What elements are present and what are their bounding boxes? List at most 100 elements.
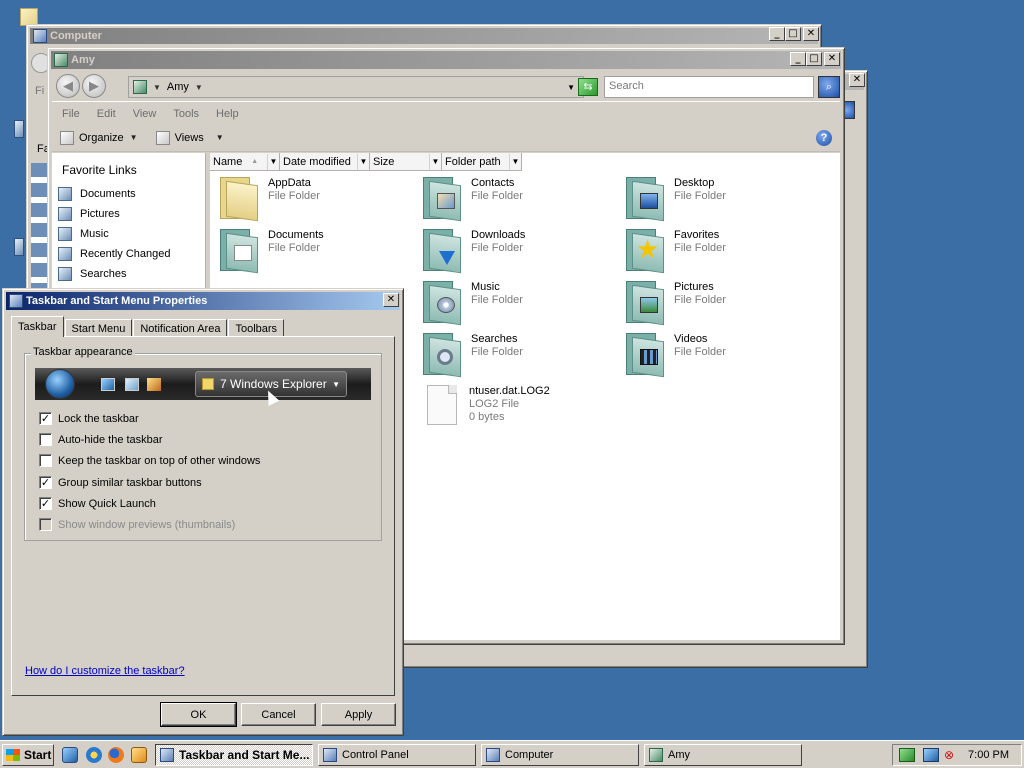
column-filter-icon[interactable]: ▼ — [509, 153, 521, 170]
network-icon[interactable] — [923, 748, 939, 762]
checkbox-box[interactable] — [39, 433, 52, 446]
taskbar-button-taskbar-properties[interactable]: Taskbar and Start Me... — [155, 744, 313, 766]
file-item-ntuser-log2[interactable]: ntuser.dat.LOG2 LOG2 File 0 bytes — [421, 383, 550, 425]
internet-explorer-icon[interactable] — [86, 747, 102, 763]
refresh-icon[interactable]: ⇆ — [578, 78, 598, 96]
file-item-music[interactable]: Music File Folder — [421, 279, 523, 326]
close-button[interactable]: ✕ — [803, 27, 819, 41]
media-player-icon[interactable] — [131, 747, 147, 763]
file-item-appdata[interactable]: AppData File Folder — [218, 175, 320, 222]
views-button[interactable]: Views ▼ — [155, 130, 224, 145]
auto-hide-checkbox[interactable]: Auto-hide the taskbar — [39, 433, 163, 446]
maximize-button[interactable]: □ — [806, 52, 822, 66]
dialog-titlebar[interactable]: Taskbar and Start Menu Properties — [6, 292, 400, 310]
search-input[interactable]: Search — [604, 76, 814, 98]
file-item-desktop[interactable]: Desktop File Folder — [624, 175, 726, 222]
show-desktop-icon[interactable] — [62, 747, 78, 763]
address-bar[interactable]: ▼ Amy ▼ ▼ — [128, 76, 584, 98]
favorite-link-searches[interactable]: Searches — [58, 267, 126, 281]
desktop-computer-icon[interactable] — [14, 120, 24, 138]
show-quick-launch-checkbox[interactable]: ✓ Show Quick Launch — [39, 497, 156, 510]
column-header-size[interactable]: Size ▼ — [370, 153, 442, 171]
show-desktop-icon — [101, 378, 115, 391]
checkbox-box[interactable]: ✓ — [39, 412, 52, 425]
file-item-favorites[interactable]: ★ Favorites File Folder — [624, 227, 726, 274]
customize-help-link[interactable]: How do I customize the taskbar? — [25, 665, 185, 677]
menu-tools[interactable]: Tools — [173, 108, 199, 120]
search-icon[interactable]: ⌕ — [818, 76, 840, 98]
file-item-videos[interactable]: Videos File Folder — [624, 331, 726, 378]
minimize-button[interactable]: _ — [790, 52, 806, 66]
folder-icon — [218, 175, 262, 222]
taskbar-properties-dialog[interactable]: Taskbar and Start Menu Properties ✕ Task… — [2, 288, 404, 736]
breadcrumb-chevron-icon[interactable]: ▼ — [195, 83, 203, 92]
file-type: File Folder — [471, 190, 523, 202]
amy-titlebar[interactable]: Amy — [51, 51, 841, 69]
volume-muted-icon[interactable]: ⊗ — [941, 748, 957, 762]
close-button[interactable]: ✕ — [383, 293, 399, 307]
firefox-icon[interactable] — [108, 747, 124, 763]
forward-button[interactable]: ▶ — [82, 74, 106, 98]
file-type: File Folder — [268, 190, 320, 202]
organize-button[interactable]: Organize ▼ — [60, 130, 138, 145]
close-button[interactable]: ✕ — [824, 52, 840, 66]
back-button[interactable]: ◀ — [56, 74, 80, 98]
taskbar-button-control-panel[interactable]: Control Panel — [318, 744, 476, 766]
file-item-documents[interactable]: Documents File Folder — [218, 227, 324, 274]
favorite-link-pictures[interactable]: Pictures — [58, 207, 120, 221]
file-item-pictures[interactable]: Pictures File Folder — [624, 279, 726, 326]
taskbar-button-computer[interactable]: Computer — [481, 744, 639, 766]
start-button[interactable]: Start — [2, 744, 54, 766]
computer-titlebar[interactable]: Computer — [30, 28, 818, 44]
taskbar-preview-image: 7 Windows Explorer ▼ — [35, 368, 371, 406]
checkbox-box[interactable]: ✓ — [39, 476, 52, 489]
menu-edit[interactable]: Edit — [97, 108, 116, 120]
amy-window-controls: _ □ ✕ — [788, 52, 840, 66]
close-button[interactable]: ✕ — [849, 73, 865, 87]
group-buttons-checkbox[interactable]: ✓ Group similar taskbar buttons — [39, 476, 202, 489]
pictures-icon — [58, 207, 72, 221]
file-type: File Folder — [674, 242, 726, 254]
cancel-button[interactable]: Cancel — [241, 703, 316, 726]
column-header-folder-path[interactable]: Folder path ▼ — [442, 153, 522, 171]
breadcrumb-separator-icon[interactable]: ▼ — [153, 83, 161, 92]
file-item-searches[interactable]: Searches File Folder — [421, 331, 523, 378]
taskbar-button-amy[interactable]: Amy — [644, 744, 802, 766]
clock[interactable]: 7:00 PM — [968, 749, 1009, 761]
address-breadcrumb[interactable]: Amy — [167, 81, 189, 93]
file-name: AppData — [268, 177, 311, 189]
lock-taskbar-checkbox[interactable]: ✓ Lock the taskbar — [39, 412, 139, 425]
menu-view[interactable]: View — [133, 108, 157, 120]
folder-icon — [649, 748, 663, 762]
menu-file[interactable]: File — [62, 108, 80, 120]
column-header-name[interactable]: Name ▲ ▼ — [210, 153, 280, 171]
file-item-contacts[interactable]: Contacts File Folder — [421, 175, 523, 222]
favorite-link-recently-changed[interactable]: Recently Changed — [58, 247, 171, 261]
checkbox-box[interactable] — [39, 454, 52, 467]
taskbar-appearance-group: Taskbar appearance 7 Windows Explorer ▼ … — [24, 346, 382, 541]
column-filter-icon[interactable]: ▼ — [267, 153, 279, 170]
maximize-button[interactable]: □ — [785, 27, 801, 41]
column-filter-icon[interactable]: ▼ — [357, 153, 369, 170]
security-center-icon[interactable] — [899, 748, 915, 762]
minimize-button[interactable]: _ — [769, 27, 785, 41]
help-icon[interactable]: ? — [816, 130, 832, 146]
column-header-date-modified[interactable]: Date modified ▼ — [280, 153, 370, 171]
ok-button[interactable]: OK — [160, 702, 237, 727]
apply-button[interactable]: Apply — [321, 703, 396, 726]
favorite-link-music[interactable]: Music — [58, 227, 109, 241]
keep-on-top-checkbox[interactable]: Keep the taskbar on top of other windows — [39, 454, 260, 467]
windows-logo-icon — [6, 749, 20, 761]
tab-taskbar[interactable]: Taskbar — [11, 316, 64, 337]
column-filter-icon[interactable]: ▼ — [429, 153, 441, 170]
favorite-link-documents[interactable]: Documents — [58, 187, 136, 201]
menu-help[interactable]: Help — [216, 108, 239, 120]
file-item-downloads[interactable]: Downloads File Folder — [421, 227, 525, 274]
tab-toolbars[interactable]: Toolbars — [228, 319, 285, 337]
desktop-network-icon[interactable] — [14, 238, 24, 256]
address-dropdown-icon[interactable]: ▼ — [567, 83, 575, 92]
tab-start-menu[interactable]: Start Menu — [64, 319, 133, 337]
pictures-folder-icon — [624, 279, 668, 326]
tab-notification-area[interactable]: Notification Area — [133, 319, 228, 337]
checkbox-box[interactable]: ✓ — [39, 497, 52, 510]
